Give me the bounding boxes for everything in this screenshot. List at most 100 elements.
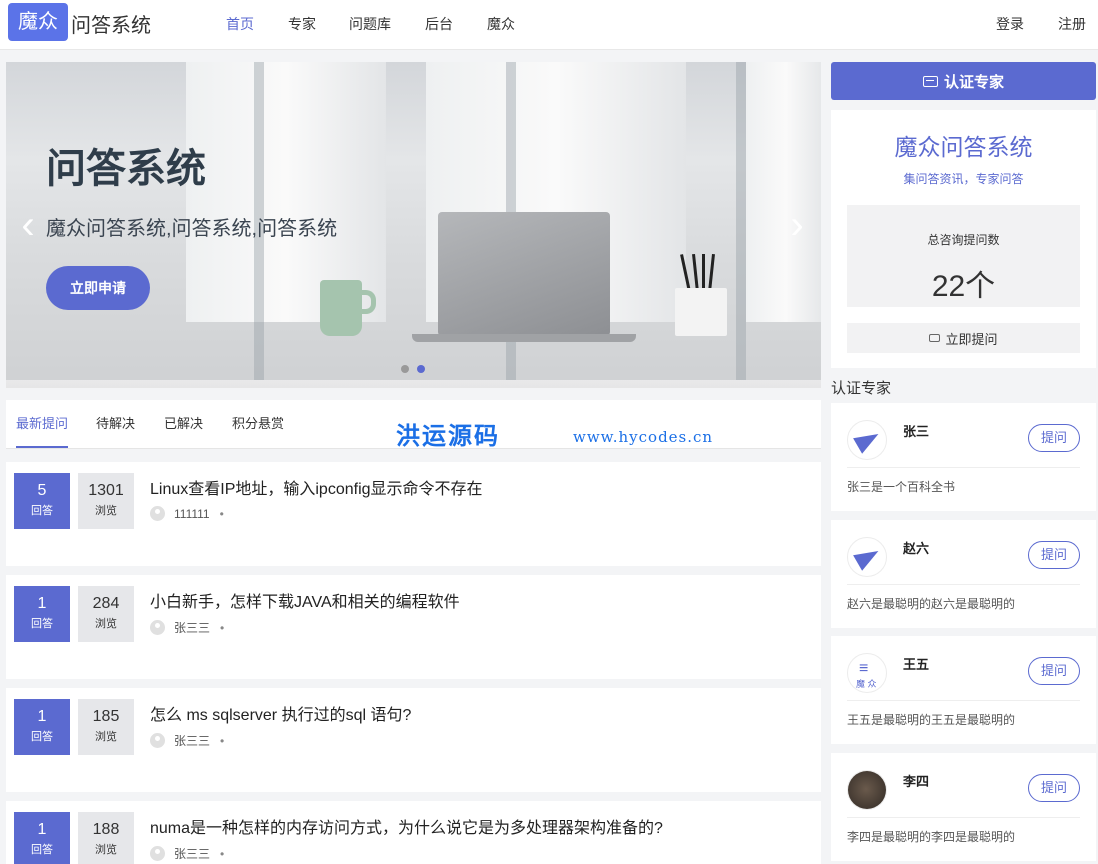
expert-name[interactable]: 赵六 <box>903 538 929 557</box>
answer-label: 回答 <box>31 505 53 517</box>
expert-avatar[interactable] <box>847 537 887 577</box>
question-author: 111111 • <box>150 506 224 521</box>
mozhong-logo-icon: ≡ <box>859 660 869 677</box>
pen-illustration <box>692 253 699 293</box>
answer-label: 回答 <box>31 731 53 743</box>
carousel-dot[interactable] <box>401 365 409 373</box>
question-item[interactable]: 1 回答 284 浏览 小白新手，怎样下载JAVA和相关的编程软件 张三三 • <box>6 575 821 679</box>
expert-card: 赵六 提问 赵六是最聪明的赵六是最聪明的 <box>831 520 1096 628</box>
view-label: 浏览 <box>95 505 117 517</box>
expert-card: 李四 提问 李四是最聪明的李四是最聪明的 <box>831 753 1096 861</box>
view-count: 284 <box>92 595 120 612</box>
banner-title: 问答系统 <box>46 147 206 191</box>
certify-expert-button[interactable]: 认证专家 <box>831 62 1096 100</box>
divider <box>847 467 1080 468</box>
meta-separator: • <box>219 506 224 521</box>
expert-card: 张三 提问 张三是一个百科全书 <box>831 403 1096 511</box>
expert-name[interactable]: 李四 <box>903 771 929 790</box>
question-title[interactable]: numa是一种怎样的内存访问方式，为什么说它是为多处理器架构准备的? <box>150 814 663 838</box>
ask-expert-button[interactable]: 提问 <box>1028 774 1080 802</box>
banner-subtitle: 魔众问答系统,问答系统,问答系统 <box>46 218 338 240</box>
user-avatar-icon <box>150 846 165 861</box>
answer-count: 1 <box>37 708 47 725</box>
carousel-dot-active[interactable] <box>417 365 425 373</box>
expert-avatar[interactable]: ≡ 魔 众 <box>847 653 887 693</box>
top-navbar: 魔众 问答系统 首页 专家 问题库 后台 魔众 登录 注册 <box>0 0 1098 50</box>
expert-name[interactable]: 张三 <box>903 421 929 440</box>
ask-expert-button[interactable]: 提问 <box>1028 657 1080 685</box>
question-item[interactable]: 1 回答 185 浏览 怎么 ms sqlserver 执行过的sql 语句? 张三… <box>6 688 821 792</box>
mug-illustration <box>320 280 362 336</box>
answer-count-box: 1 回答 <box>14 586 70 642</box>
question-title[interactable]: 怎么 ms sqlserver 执行过的sql 语句? <box>150 701 411 725</box>
tab-pending[interactable]: 待解决 <box>96 413 135 446</box>
view-count-box: 284 浏览 <box>78 586 134 642</box>
expert-description: 王五是最聪明的王五是最聪明的 <box>847 713 1016 727</box>
view-count-box: 185 浏览 <box>78 699 134 755</box>
answer-count-box: 1 回答 <box>14 812 70 864</box>
logo-badge[interactable]: 魔众 <box>8 3 68 41</box>
answer-count: 1 <box>37 595 47 612</box>
comment-icon <box>929 334 941 342</box>
question-item[interactable]: 5 回答 1301 浏览 Linux查看IP地址，输入ipconfig显示命令不存在… <box>6 462 821 566</box>
watermark-url: www.hycodes.cn <box>573 428 714 446</box>
author-name[interactable]: 张三三 <box>174 732 210 749</box>
author-name[interactable]: 张三三 <box>174 619 210 636</box>
nav-item-mozhong[interactable]: 魔众 <box>487 14 515 34</box>
paper-plane-icon <box>853 426 883 454</box>
expert-avatar[interactable] <box>847 770 887 810</box>
chevron-right-icon[interactable]: › <box>783 202 811 248</box>
expert-name[interactable]: 王五 <box>903 654 929 673</box>
ask-expert-button[interactable]: 提问 <box>1028 424 1080 452</box>
question-author: 张三三 • <box>150 619 224 636</box>
question-item[interactable]: 1 回答 188 浏览 numa是一种怎样的内存访问方式，为什么说它是为多处理器架构… <box>6 801 821 864</box>
tab-latest[interactable]: 最新提问 <box>16 413 69 448</box>
stat-label: 总咨询提问数 <box>927 233 1000 247</box>
view-count: 185 <box>92 708 120 725</box>
view-label: 浏览 <box>95 844 117 856</box>
question-author: 张三三 • <box>150 845 224 862</box>
chevron-left-icon[interactable]: ‹ <box>14 202 42 248</box>
user-avatar-icon <box>150 620 165 635</box>
certify-expert-label: 认证专家 <box>943 73 1004 91</box>
divider <box>847 584 1080 585</box>
author-name[interactable]: 111111 <box>174 507 210 521</box>
ask-now-button[interactable]: 立即提问 <box>847 323 1080 353</box>
login-link[interactable]: 登录 <box>996 14 1024 34</box>
user-avatar-icon <box>150 733 165 748</box>
system-info-card: 魔众问答系统 集问答资讯，专家问答 总咨询提问数 22个 立即提问 <box>831 110 1096 368</box>
question-title[interactable]: Linux查看IP地址，输入ipconfig显示命令不存在 <box>150 475 483 499</box>
nav-item-admin[interactable]: 后台 <box>425 14 453 34</box>
ask-now-label: 立即提问 <box>945 331 998 347</box>
hero-carousel: 问答系统 魔众问答系统,问答系统,问答系统 立即申请 ‹ › <box>6 62 821 388</box>
nav-item-experts[interactable]: 专家 <box>288 14 316 34</box>
apply-now-button[interactable]: 立即申请 <box>46 266 150 310</box>
expert-description: 张三是一个百科全书 <box>847 480 956 494</box>
expert-description: 李四是最聪明的李四是最聪明的 <box>847 830 1016 844</box>
nav-item-question-bank[interactable]: 问题库 <box>349 14 391 34</box>
expert-avatar[interactable] <box>847 420 887 460</box>
register-link[interactable]: 注册 <box>1058 14 1086 34</box>
mozhong-logo-text: 魔 众 <box>856 679 877 689</box>
answer-count-box: 5 回答 <box>14 473 70 529</box>
laptop-illustration <box>438 212 610 336</box>
ask-expert-button[interactable]: 提问 <box>1028 541 1080 569</box>
stat-value: 22个 <box>931 270 996 303</box>
banner-mullion <box>736 62 746 382</box>
author-name[interactable]: 张三三 <box>174 845 210 862</box>
system-title: 魔众问答系统 <box>894 134 1033 160</box>
question-title[interactable]: 小白新手，怎样下载JAVA和相关的编程软件 <box>150 588 460 612</box>
answer-label: 回答 <box>31 844 53 856</box>
pen-cup-illustration <box>675 288 727 336</box>
id-card-icon <box>922 75 938 87</box>
laptop-base <box>412 334 636 342</box>
logo-text[interactable]: 问答系统 <box>71 9 151 38</box>
tab-solved[interactable]: 已解决 <box>164 413 203 446</box>
banner-window <box>746 62 821 322</box>
answer-count: 5 <box>37 482 47 499</box>
tab-bounty[interactable]: 积分悬赏 <box>232 413 284 446</box>
view-count: 1301 <box>88 482 124 499</box>
meta-separator: • <box>220 733 225 748</box>
nav-item-home[interactable]: 首页 <box>226 14 254 34</box>
user-avatar-icon <box>150 506 165 521</box>
